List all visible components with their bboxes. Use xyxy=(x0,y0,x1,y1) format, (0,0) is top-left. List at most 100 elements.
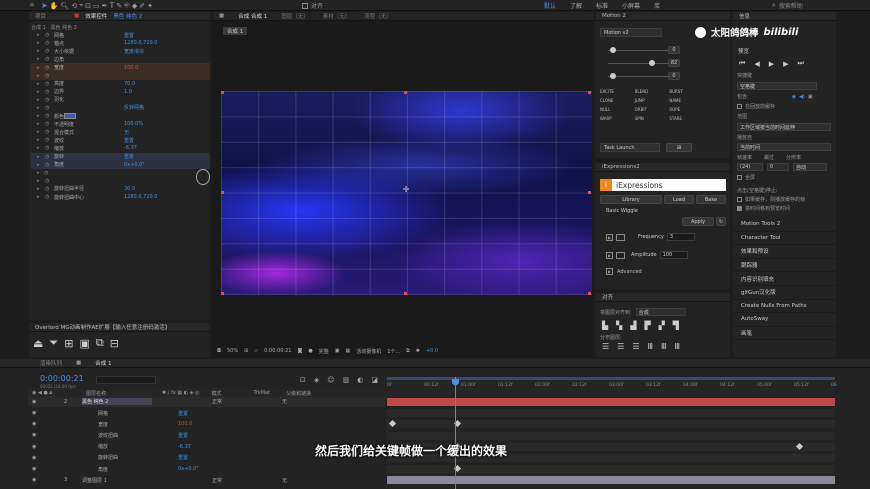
camera-tool-icon[interactable]: ⌖ xyxy=(79,1,83,10)
overlord-push-icon[interactable]: ⏏ xyxy=(33,337,43,350)
stopwatch-icon[interactable]: ◷ xyxy=(45,154,54,160)
close-icon[interactable]: ■ xyxy=(219,13,224,19)
views-dropdown[interactable]: 1个... xyxy=(387,348,400,355)
visibility-icon[interactable]: ◉ xyxy=(32,455,42,461)
distribute-top-icon[interactable]: ☰ xyxy=(602,342,609,351)
visibility-icon[interactable]: ◉ xyxy=(32,421,42,427)
layer-name[interactable]: 旋转扭曲 xyxy=(98,454,168,461)
prev-frame-icon[interactable]: ◀ xyxy=(754,60,759,68)
motion-blur-icon[interactable]: ◐ xyxy=(357,376,363,384)
visibility-icon[interactable]: ◉ xyxy=(32,444,42,450)
distribute-bottom-icon[interactable]: ☰ xyxy=(632,342,639,351)
timeline-layer-row[interactable]: ◉ 3 调整图层 1 正常 无 xyxy=(28,475,385,485)
stopwatch-icon[interactable]: ◷ xyxy=(44,170,52,176)
magnification-dropdown[interactable]: 50% xyxy=(227,348,238,354)
motion2-spin-button[interactable]: SPIN xyxy=(635,116,670,121)
refresh-icon[interactable]: ↻ xyxy=(716,217,726,226)
cache-frames-checkbox[interactable] xyxy=(737,197,742,202)
comp-mini-flowchart-icon[interactable]: ⊡ xyxy=(300,376,306,384)
motion2-value-3[interactable]: 0 xyxy=(668,72,680,80)
effect-property-value[interactable]: 1.0 xyxy=(124,89,132,95)
motion2-warp-button[interactable]: WARP xyxy=(600,116,635,121)
property-value[interactable]: 100.0 xyxy=(178,421,192,427)
layer-name[interactable]: 宽度 xyxy=(98,421,168,428)
layer-handle[interactable] xyxy=(221,91,224,94)
effect-property-value[interactable]: 重置 xyxy=(124,32,134,39)
play-from-dropdown[interactable]: 当前时间 xyxy=(737,143,831,151)
tab-effect-controls[interactable]: 效果控件 xyxy=(85,12,107,20)
roi-icon[interactable]: ▣ xyxy=(335,348,340,354)
comp-name-tab[interactable]: 合成 1 xyxy=(223,27,248,35)
content-aware-fill-item[interactable]: 内容识别填充 xyxy=(733,272,836,286)
twirl-icon[interactable]: ▸ xyxy=(37,178,45,184)
twirl-icon[interactable]: ▸ xyxy=(37,154,45,160)
workspace-libraries[interactable]: 库 xyxy=(654,1,660,10)
effect-property-row[interactable]: ▸ ◷ 反转网格 xyxy=(31,104,210,112)
motion2-clone-button[interactable]: CLONE xyxy=(600,98,635,103)
always-preview-icon[interactable]: ◘ xyxy=(217,348,221,354)
motion2-excite-button[interactable]: EXCITE xyxy=(600,89,635,94)
stopwatch-icon[interactable]: ◷ xyxy=(45,40,54,46)
camera-dropdown[interactable]: 活动摄像机 xyxy=(356,348,381,355)
motion2-null-button[interactable]: NULL xyxy=(600,107,635,112)
comp-canvas[interactable]: ✛ xyxy=(221,91,592,295)
effect-property-row[interactable]: ▸ ◷ 混合模式 无 xyxy=(31,128,210,136)
audio-toggle-icon[interactable]: ◀) xyxy=(799,94,805,100)
link-icon[interactable] xyxy=(616,233,625,241)
fullscreen-checkbox[interactable] xyxy=(737,175,742,180)
frame-blend-icon[interactable]: ▥ xyxy=(343,376,350,384)
align-hcenter-icon[interactable]: ▚ xyxy=(616,321,622,330)
roto-brush-icon[interactable]: ✐ xyxy=(139,2,145,10)
stopwatch-icon[interactable]: ◷ xyxy=(45,97,54,103)
tab-render-queue[interactable]: 渲染队列 xyxy=(40,359,62,367)
amplitude-input[interactable]: 100 xyxy=(659,251,688,259)
skip-dropdown[interactable]: 0 xyxy=(767,163,789,171)
stopwatch-icon[interactable]: ◷ xyxy=(45,65,54,71)
stopwatch-icon[interactable]: ◷ xyxy=(45,121,54,127)
effect-property-row[interactable]: ▸ ◷ 宽度 100.0 xyxy=(31,63,210,72)
resolution-dropdown[interactable]: 完整 xyxy=(319,348,329,355)
last-frame-icon[interactable]: ⏭ xyxy=(797,59,803,68)
color-channel-icon[interactable]: ● xyxy=(308,348,312,354)
timeline-search-input[interactable] xyxy=(96,376,156,384)
layer-handle[interactable] xyxy=(404,292,407,295)
transparency-grid-icon[interactable]: ▦ xyxy=(345,348,350,354)
slider-knob[interactable] xyxy=(610,73,616,79)
motion2-version-dropdown[interactable]: Motion v2 xyxy=(600,28,662,37)
stopwatch-icon[interactable]: ◷ xyxy=(45,89,54,95)
advanced-toggle-icon[interactable]: ▶ xyxy=(606,268,613,275)
cache-checkbox[interactable] xyxy=(737,104,742,109)
effect-property-row[interactable]: ▸ ◷ 颜色 xyxy=(31,112,210,120)
twirl-icon[interactable]: ▸ xyxy=(37,32,45,38)
timeline-layer-row[interactable]: ◉ 波纹扭曲 重置 xyxy=(28,431,385,441)
home-icon[interactable]: ⌂ xyxy=(30,1,39,10)
effect-property-row[interactable]: ▸ ◷ 波纹 重置 xyxy=(31,136,210,144)
effect-property-value[interactable]: 100.0% xyxy=(124,121,143,127)
stopwatch-icon[interactable]: ◷ xyxy=(45,73,54,79)
draft-3d-icon[interactable]: ◈ xyxy=(314,376,319,384)
workspace-default[interactable]: 默认 xyxy=(544,1,556,10)
distribute-left-icon[interactable]: Ⅲ xyxy=(648,342,654,351)
close-icon[interactable]: ■ xyxy=(76,360,81,366)
effect-property-row[interactable]: ▸ ◷ 边角 xyxy=(31,55,210,63)
layer-handle[interactable] xyxy=(221,292,224,295)
gifgun-item[interactable]: gifGun汉化版 xyxy=(733,286,836,300)
stopwatch-icon[interactable]: ◷ xyxy=(45,162,54,168)
task-launch-dropdown[interactable]: Task Launch xyxy=(600,143,660,152)
effect-property-row[interactable]: ▸ ◷ 角度 0x+0.0° xyxy=(31,160,210,169)
next-frame-icon[interactable]: ▶ xyxy=(783,60,788,68)
layer-name[interactable]: 调整图层 1 xyxy=(82,477,152,484)
property-value[interactable]: 重置 xyxy=(178,454,188,461)
timeline-layer-row[interactable]: ◉ 角度 0x+0.0° xyxy=(28,464,385,474)
tab-footage[interactable]: 素材（无） xyxy=(323,12,351,20)
effect-property-value[interactable]: 反转网格 xyxy=(124,104,144,111)
effect-property-value[interactable]: 重置 xyxy=(124,153,134,160)
color-swatch[interactable] xyxy=(64,113,76,120)
effect-property-row[interactable]: ▸ ◷ 旋转 重置 xyxy=(31,152,210,161)
keyframe-toggle-icon[interactable]: ▶ xyxy=(606,233,613,241)
exposure-icon[interactable]: ✺ xyxy=(416,348,420,354)
tab-layer[interactable]: 图层（无） xyxy=(281,12,309,20)
effects-presets-item[interactable]: 效果和预设 xyxy=(733,245,836,259)
motion2-stare-button[interactable]: STARE xyxy=(669,116,704,121)
effect-property-value[interactable]: 30.0 xyxy=(124,186,135,192)
